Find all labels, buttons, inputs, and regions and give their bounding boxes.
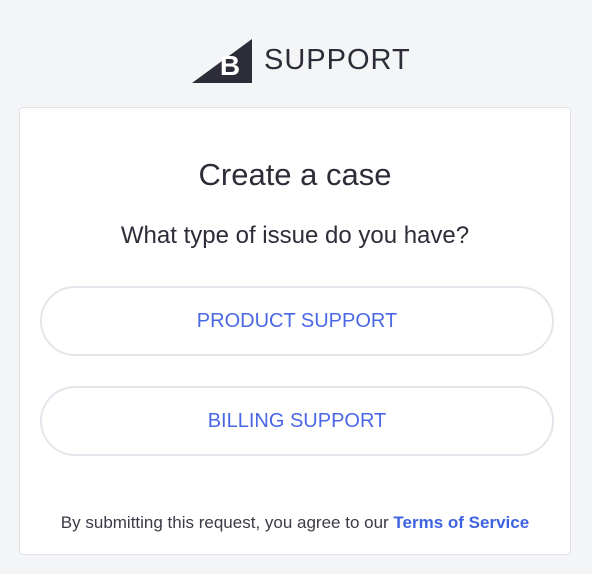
terms-prefix: By submitting this request, you agree to… (60, 513, 394, 532)
terms-notice: By submitting this request, you agree to… (20, 512, 570, 534)
brand-text: SUPPORT (264, 44, 411, 76)
logo-letter: B (220, 50, 240, 81)
billing-support-button[interactable]: BILLING SUPPORT (40, 386, 554, 456)
page-title: Create a case (198, 157, 392, 192)
bigcommerce-logo-icon: B (192, 39, 252, 83)
header: B SUPPORT (0, 0, 592, 108)
issue-type-question: What type of issue do you have? (120, 222, 470, 249)
product-support-button[interactable]: PRODUCT SUPPORT (40, 286, 554, 356)
terms-of-service-link[interactable]: Terms of Service (393, 513, 529, 532)
create-case-card: Create a case What type of issue do you … (19, 107, 571, 555)
